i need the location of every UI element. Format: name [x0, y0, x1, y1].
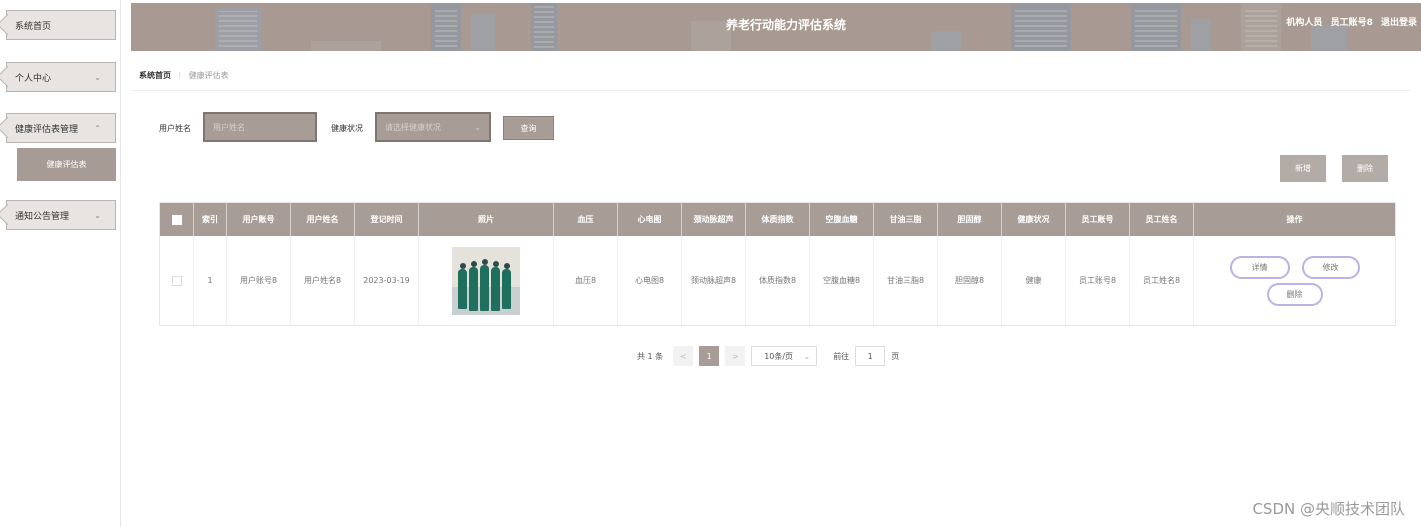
app-root: 系统首页 个人中心 ⌄ 健康评估表管理 ⌃ 健康评估表 通知公告管理 ⌄ 养老行… — [0, 0, 1421, 527]
cell-name: 用户姓名8 — [291, 236, 355, 325]
pagination-total: 共 1 条 — [637, 351, 664, 361]
page-number-1[interactable]: 1 — [699, 346, 720, 366]
chevron-down-icon: ⌄ — [803, 351, 811, 361]
sidebar-item-label: 系统首页 — [15, 21, 52, 32]
username-input[interactable]: 用户姓名 — [203, 112, 317, 142]
column-header: 照片 — [419, 203, 554, 236]
page-size-value: 10条/页 — [764, 351, 794, 361]
column-header: 登记时间 — [355, 203, 419, 236]
breadcrumb-separator: ⁝ — [178, 71, 182, 80]
sidebar-item-notice[interactable]: 通知公告管理 ⌄ — [6, 200, 116, 230]
cell-carotid-ultrasound: 颈动脉超声8 — [682, 236, 746, 325]
add-button[interactable]: 新增 — [1280, 155, 1326, 182]
column-header: 健康状况 — [1002, 203, 1066, 236]
column-header: 员工账号 — [1066, 203, 1130, 236]
cell-actions: 详情 修改 删除 — [1194, 236, 1395, 325]
sidebar-item-label: 通知公告管理 — [15, 211, 70, 222]
column-header: 用户账号 — [227, 203, 291, 236]
logout-link[interactable]: 退出登录 — [1381, 18, 1417, 28]
table-row: 1 用户账号8 用户姓名8 2023-03-19 血压8 心电图8 颈动脉超声8… — [160, 236, 1395, 325]
cell-date: 2023-03-19 — [355, 236, 419, 325]
edit-button[interactable]: 修改 — [1301, 255, 1360, 279]
breadcrumb-current: 健康评估表 — [188, 71, 229, 80]
watermark: CSDN @央顺技术团队 — [1252, 500, 1405, 518]
health-status-label: 健康状况 — [331, 124, 363, 133]
sidebar-subitem-health-table[interactable]: 健康评估表 — [17, 148, 116, 181]
data-table: 索引 用户账号 用户姓名 登记时间 照片 血压 心电图 颈动脉超声 体质指数 空… — [159, 202, 1396, 326]
query-button[interactable]: 查询 — [503, 116, 554, 140]
prev-page-button[interactable]: < — [673, 346, 694, 366]
column-header: 胆固醇 — [938, 203, 1002, 236]
cell-index: 1 — [194, 236, 227, 325]
sidebar-item-home[interactable]: 系统首页 — [6, 10, 116, 40]
header-user-info: 机构人员 员工账号8 退出登录 — [1281, 15, 1417, 28]
cell-cholesterol: 胆固醇8 — [938, 236, 1002, 325]
column-header: 心电图 — [618, 203, 682, 236]
username-label: 用户姓名 — [159, 124, 191, 133]
goto-label: 前往 — [833, 351, 850, 361]
row-select-cell — [160, 236, 194, 325]
user-role: 机构人员 — [1286, 18, 1323, 28]
cell-bmi: 体质指数8 — [746, 236, 810, 325]
cell-blood-pressure: 血压8 — [554, 236, 618, 325]
photo-image[interactable] — [452, 246, 520, 315]
goto-page-input[interactable]: 1 — [855, 346, 886, 366]
header-building — [311, 41, 381, 51]
cell-fasting-glucose: 空腹血糖8 — [810, 236, 874, 325]
table-header: 索引 用户账号 用户姓名 登记时间 照片 血压 心电图 颈动脉超声 体质指数 空… — [160, 203, 1395, 236]
column-header: 操作 — [1286, 215, 1303, 224]
chevron-up-icon: ⌃ — [94, 123, 101, 133]
cell-health-status: 健康 — [1002, 236, 1066, 325]
select-all-checkbox[interactable] — [171, 214, 182, 225]
header-building — [931, 31, 961, 51]
row-checkbox[interactable] — [171, 275, 182, 286]
cell-staff-name: 员工姓名8 — [1130, 236, 1194, 325]
cell-ecg: 心电图8 — [618, 236, 682, 325]
column-header: 索引 — [194, 203, 227, 236]
app-title: 养老行动能力评估系统 — [725, 18, 846, 32]
cell-account: 用户账号8 — [227, 236, 291, 325]
health-status-placeholder: 请选择健康状况 — [385, 122, 441, 132]
pagination: 共 1 条 < 1 > 10条/页 ⌄ 前往 1 页 — [637, 346, 899, 366]
cell-photo — [419, 236, 554, 325]
column-header: 血压 — [554, 203, 618, 236]
column-header: 员工姓名 — [1130, 203, 1194, 236]
breadcrumb-home[interactable]: 系统首页 — [139, 71, 171, 80]
page-size-select[interactable]: 10条/页 ⌄ — [751, 346, 818, 366]
column-header: 空腹血糖 — [810, 203, 874, 236]
health-status-select[interactable]: 请选择健康状况 ⌄ — [375, 112, 491, 142]
row-actions: 详情 修改 删除 — [1229, 255, 1360, 306]
sidebar: 系统首页 个人中心 ⌄ 健康评估表管理 ⌃ 健康评估表 通知公告管理 ⌄ — [0, 0, 121, 527]
sidebar-item-health-assessment[interactable]: 健康评估表管理 ⌃ — [6, 113, 116, 143]
header: 养老行动能力评估系统 机构人员 员工账号8 退出登录 — [131, 3, 1421, 51]
column-header: 用户姓名 — [291, 203, 355, 236]
sidebar-item-label: 健康评估表管理 — [15, 124, 79, 135]
divider — [131, 90, 1410, 91]
row-actions-top: 详情 修改 — [1229, 255, 1360, 279]
chevron-down-icon: ⌄ — [94, 72, 101, 82]
sidebar-item-personal-center[interactable]: 个人中心 ⌄ — [6, 62, 116, 92]
column-header: 甘油三脂 — [874, 203, 938, 236]
page-unit-label: 页 — [891, 351, 900, 361]
next-page-button[interactable]: > — [725, 346, 746, 366]
chevron-down-icon: ⌄ — [474, 123, 481, 132]
select-all-cell — [160, 203, 194, 236]
cell-triglyceride: 甘油三脂8 — [874, 236, 938, 325]
delete-button[interactable]: 删除 — [1342, 155, 1388, 182]
cell-staff-account: 员工账号8 — [1066, 236, 1130, 325]
row-delete-button[interactable]: 删除 — [1266, 282, 1323, 306]
user-account: 员工账号8 — [1330, 18, 1373, 28]
detail-button[interactable]: 详情 — [1229, 255, 1290, 279]
breadcrumb: 系统首页 ⁝ 健康评估表 — [139, 70, 229, 81]
column-header: 颈动脉超声 — [682, 203, 746, 236]
chevron-down-icon: ⌄ — [94, 210, 101, 220]
sidebar-item-label: 个人中心 — [15, 73, 52, 84]
column-header: 体质指数 — [746, 203, 810, 236]
